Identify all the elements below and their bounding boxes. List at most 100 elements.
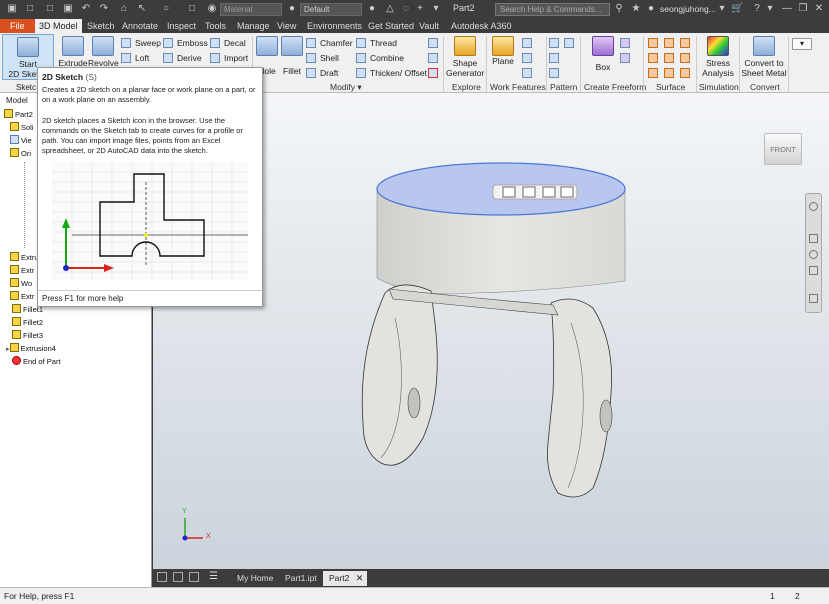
viewcube[interactable]: FRONT [764, 133, 802, 165]
tab-list-icon[interactable]: ☰ [209, 571, 218, 582]
browser-item[interactable]: Fillet2 [12, 317, 43, 329]
surface-tool-9[interactable] [680, 67, 690, 79]
look-at-icon[interactable] [809, 294, 818, 303]
convert-to-sheet-metal-button[interactable]: Convert to Sheet Metal [741, 36, 787, 78]
heads-up-toolbar[interactable] [492, 184, 578, 200]
freeform-cylinder-button[interactable] [620, 37, 630, 49]
surface-tool-4[interactable] [648, 52, 658, 64]
search-input[interactable]: Search Help & Commands... [495, 3, 610, 16]
dropdown-icon[interactable]: ▾ [430, 3, 442, 15]
color-icon[interactable]: ● [366, 3, 378, 15]
close-icon[interactable]: ✕ [813, 3, 825, 15]
tab-file[interactable]: File [0, 19, 35, 33]
tab-manage[interactable]: Manage [233, 19, 274, 33]
home-icon[interactable]: ⌂ [118, 3, 130, 15]
help-dropdown-icon[interactable]: ▾ [764, 3, 776, 15]
tab-view[interactable]: View [273, 19, 300, 33]
tab-part2[interactable]: Part2 ✕ [323, 571, 368, 586]
zoom-icon[interactable] [809, 250, 818, 259]
browser-item[interactable]: End of Part [12, 356, 61, 368]
ucs-button[interactable] [522, 67, 532, 79]
orbit-icon[interactable] [809, 266, 818, 275]
shape-generator-button[interactable]: Shape Generator [446, 36, 484, 78]
draft-button[interactable]: Draft [306, 67, 338, 79]
help-icon[interactable]: ? [751, 3, 763, 15]
close-tab-icon[interactable]: ✕ [356, 571, 364, 586]
import-button[interactable]: Import [210, 52, 248, 64]
chevron-down-icon[interactable]: ▾ [716, 3, 728, 15]
tab-my-home[interactable]: My Home [231, 571, 279, 586]
loft-button[interactable]: Loft [121, 52, 149, 64]
surface-tool-3[interactable] [680, 37, 690, 49]
plus-icon[interactable]: + [414, 3, 426, 15]
grid-icon[interactable] [173, 572, 183, 582]
browser-item[interactable]: Ori [10, 148, 31, 160]
work-axis-button[interactable] [522, 37, 532, 49]
tab-tools[interactable]: Tools [201, 19, 230, 33]
tile-icon[interactable] [157, 572, 167, 582]
restore-icon[interactable]: ❐ [797, 3, 809, 15]
tab-get-started[interactable]: Get Started [364, 19, 418, 33]
browser-item[interactable]: Extru [10, 252, 39, 264]
work-point-button[interactable] [522, 52, 532, 64]
minimize-icon[interactable]: — [781, 3, 793, 15]
steering-wheel-icon[interactable] [809, 202, 818, 211]
fillet-button[interactable]: Fillet [281, 36, 303, 76]
stress-analysis-button[interactable]: Stress Analysis [700, 36, 736, 78]
adjust-icon[interactable]: △ [384, 3, 396, 15]
surface-tool-8[interactable] [664, 67, 674, 79]
hole-button[interactable]: Hole [255, 36, 279, 76]
open-icon[interactable]: □ [44, 3, 56, 15]
ilogic-icon[interactable]: ◉ [206, 3, 218, 15]
surface-tool-2[interactable] [664, 37, 674, 49]
derive-button[interactable]: Derive [163, 52, 202, 64]
tab-annotate[interactable]: Annotate [118, 19, 162, 33]
navigation-bar[interactable] [805, 193, 822, 313]
direct-edit-button[interactable] [428, 52, 438, 64]
panel-options-icon[interactable]: ▾ [792, 38, 812, 50]
cart-icon[interactable]: 🛒 [731, 3, 743, 15]
rectangular-pattern-button[interactable] [549, 37, 559, 49]
combine-button[interactable]: Combine [356, 52, 404, 64]
delete-face-button[interactable] [428, 67, 438, 79]
tab-part1[interactable]: Part1.ipt [279, 571, 323, 586]
plane-button[interactable]: Plane [490, 36, 516, 68]
update-icon[interactable]: ○ [160, 3, 172, 15]
appearance-combo[interactable]: Default [300, 3, 362, 16]
browser-item[interactable]: ▸ Extrusion4 [6, 343, 56, 355]
sketch-pattern-button[interactable] [549, 67, 559, 79]
user-name[interactable]: seongjuhong... [660, 4, 716, 14]
material-combo[interactable]: Material [220, 3, 282, 16]
browser-item[interactable]: Fillet3 [12, 330, 43, 342]
undo-icon[interactable]: ↶ [80, 3, 92, 15]
tab-autodesk-a360[interactable]: Autodesk A360 [447, 19, 516, 33]
box-button[interactable]: Box [590, 36, 616, 72]
browser-item[interactable]: Vie [10, 135, 32, 147]
browser-item[interactable]: Extr [10, 265, 34, 277]
binoculars-icon[interactable]: ⚲ [613, 3, 625, 15]
sweep-button[interactable]: Sweep [121, 37, 161, 49]
mirror-button[interactable] [564, 37, 574, 49]
cascade-icon[interactable] [189, 572, 199, 582]
chamfer-button[interactable]: Chamfer [306, 37, 353, 49]
browser-tab-model[interactable]: Model [6, 96, 28, 105]
measure-icon[interactable]: □ [186, 3, 198, 15]
decal-button[interactable]: Decal [210, 37, 246, 49]
tab-vault[interactable]: Vault [415, 19, 443, 33]
browser-root[interactable]: Part2 [4, 109, 33, 121]
tab-sketch[interactable]: Sketch [83, 19, 119, 33]
extrude-button[interactable]: Extrude [58, 36, 88, 68]
revolve-button[interactable]: Revolve [88, 36, 119, 68]
star-icon[interactable]: ★ [630, 3, 642, 15]
save-icon[interactable]: ▣ [62, 3, 74, 15]
browser-item[interactable]: Soli [10, 122, 34, 134]
app-menu-icon[interactable]: ▣ [6, 3, 18, 15]
pan-icon[interactable] [809, 234, 818, 243]
tab-3d-model[interactable]: 3D Model [35, 19, 82, 33]
thread-button[interactable]: Thread [356, 37, 397, 49]
freeform-sphere-button[interactable] [620, 52, 630, 64]
surface-tool-7[interactable] [648, 67, 658, 79]
modify-group-label[interactable]: Modify ▾ [330, 82, 362, 93]
thicken-offset-button[interactable]: Thicken/ Offset [356, 67, 427, 79]
emboss-button[interactable]: Emboss [163, 37, 208, 49]
